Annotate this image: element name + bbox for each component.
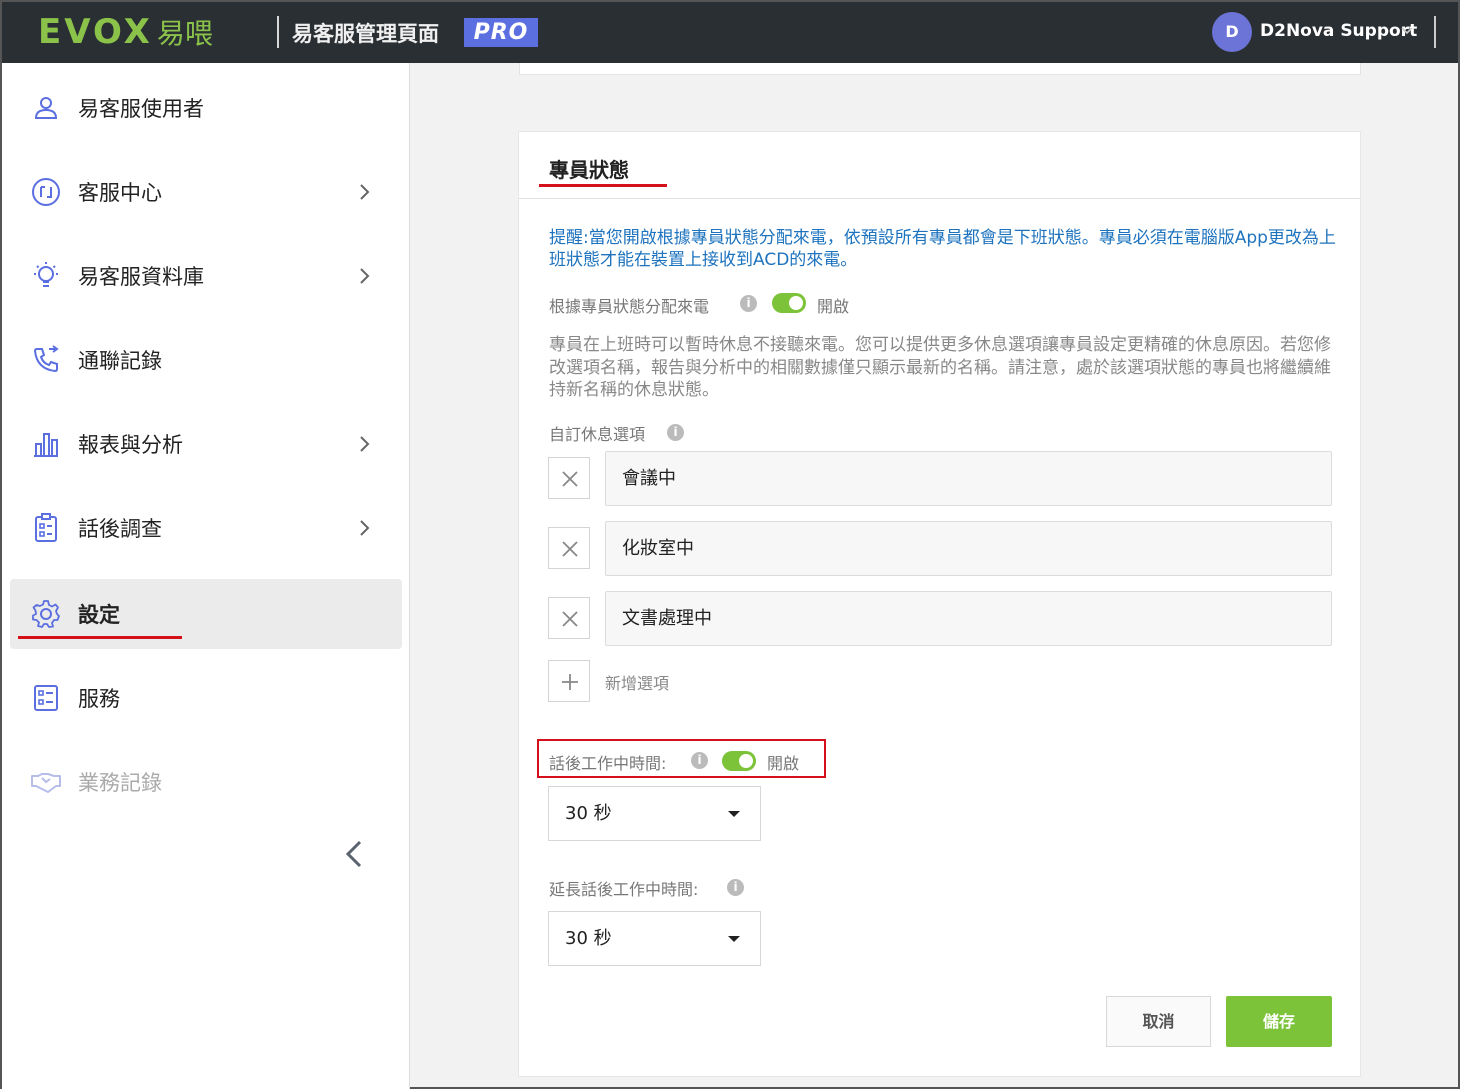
- sidebar-item-survey[interactable]: 話後調查: [10, 493, 402, 563]
- previous-card-edge: [519, 63, 1361, 75]
- logo-cn-text: 易喂: [156, 17, 213, 50]
- services-icon: [34, 685, 58, 711]
- sidebar-item-call-center[interactable]: 客服中心: [10, 157, 402, 227]
- highlight-underline: [18, 636, 182, 639]
- lightbulb-icon: [34, 262, 58, 287]
- sidebar-item-users[interactable]: 易客服使用者: [10, 73, 402, 143]
- sidebar-item-reports[interactable]: 報表與分析: [10, 409, 402, 479]
- info-icon[interactable]: i: [727, 879, 744, 896]
- remove-option-button[interactable]: [548, 597, 590, 639]
- close-icon: [562, 611, 578, 627]
- top-bar: EVOX 易喂 易客服管理頁面 PRO D D2Nova Support: [2, 2, 1458, 63]
- sidebar-item-business-log[interactable]: 業務記錄: [10, 747, 402, 817]
- bar-chart-icon: [34, 433, 58, 457]
- extended-acw-select[interactable]: 30 秒: [548, 911, 761, 966]
- remove-option-button[interactable]: [548, 457, 590, 499]
- phone-log-icon: [33, 345, 59, 373]
- user-icon: [34, 97, 58, 119]
- sidebar-item-label: 報表與分析: [78, 433, 183, 457]
- sidebar-item-label: 話後調查: [78, 517, 162, 541]
- pro-badge: PRO: [464, 18, 538, 47]
- reminder-text: 提醒:當您開啟根據專員狀態分配來電，依預設所有專員都會是下班狀態。專員必須在電腦…: [549, 228, 1336, 270]
- caret-down-icon: [728, 811, 740, 817]
- assign-by-status-label: 根據專員狀態分配來電: [549, 297, 710, 316]
- acw-time-select[interactable]: 30 秒: [548, 786, 761, 841]
- agent-status-card: 專員狀態 提醒:當您開啟根據專員狀態分配來電，依預設所有專員都會是下班狀態。專員…: [518, 131, 1361, 1077]
- collapse-sidebar-icon[interactable]: [342, 838, 366, 870]
- sidebar-item-label: 易客服使用者: [78, 97, 204, 121]
- info-icon[interactable]: i: [740, 295, 757, 312]
- close-icon: [562, 471, 578, 487]
- header-divider: [277, 16, 279, 48]
- chevron-down-icon[interactable]: [1400, 24, 1414, 38]
- sidebar-item-knowledge-base[interactable]: 易客服資料庫: [10, 241, 402, 311]
- title-highlight-underline: [539, 184, 667, 187]
- card-title: 專員狀態: [549, 158, 629, 182]
- sidebar-item-settings[interactable]: 設定: [10, 579, 402, 649]
- app-title: 易客服管理頁面: [292, 22, 439, 46]
- chevron-right-icon: [360, 268, 370, 284]
- break-option-input[interactable]: 文書處理中: [605, 591, 1332, 646]
- header-divider-right: [1434, 16, 1436, 48]
- break-option-input[interactable]: 化妝室中: [605, 521, 1332, 576]
- sidebar-item-services[interactable]: 服務: [10, 663, 402, 733]
- chevron-right-icon: [360, 184, 370, 200]
- sidebar-item-label: 客服中心: [78, 181, 162, 205]
- break-option-input[interactable]: 會議中: [605, 451, 1332, 506]
- handshake-icon: [31, 773, 61, 793]
- toggle-state-text: 開啟: [817, 297, 850, 316]
- sidebar-item-label: 設定: [78, 603, 120, 627]
- info-icon[interactable]: i: [667, 424, 684, 441]
- close-icon: [562, 541, 578, 557]
- save-button[interactable]: 儲存: [1226, 996, 1332, 1047]
- caret-down-icon: [728, 936, 740, 942]
- cancel-button[interactable]: 取消: [1106, 996, 1211, 1047]
- extended-acw-label: 延長話後工作中時間:: [549, 880, 699, 899]
- add-option-label[interactable]: 新增選項: [605, 670, 669, 694]
- break-description: 專員在上班時可以暫時休息不接聽來電。您可以提供更多休息選項讓專員設定更精確的休息…: [549, 335, 1331, 400]
- chevron-right-icon: [360, 520, 370, 536]
- sidebar-item-call-log[interactable]: 通聯記錄: [10, 325, 402, 395]
- chevron-right-icon: [360, 436, 370, 452]
- plus-icon: [562, 674, 578, 690]
- logo-text: EVOX: [38, 12, 153, 52]
- acw-toggle[interactable]: [722, 751, 756, 771]
- acw-time-label: 話後工作中時間:: [549, 754, 667, 773]
- select-value: 30 秒: [565, 803, 612, 824]
- user-name[interactable]: D2Nova Support: [1260, 21, 1417, 41]
- avatar[interactable]: D: [1212, 12, 1252, 52]
- custom-break-label: 自訂休息選項: [549, 425, 646, 444]
- sidebar-item-label: 易客服資料庫: [78, 265, 204, 289]
- gear-icon: [32, 600, 60, 628]
- evox-logo[interactable]: EVOX 易喂: [38, 14, 213, 52]
- call-center-icon: [32, 178, 60, 206]
- remove-option-button[interactable]: [548, 527, 590, 569]
- survey-icon: [35, 513, 57, 542]
- sidebar-item-label: 服務: [78, 687, 120, 711]
- assign-by-status-toggle[interactable]: [772, 293, 806, 313]
- select-value: 30 秒: [565, 928, 612, 949]
- divider: [519, 198, 1360, 199]
- info-icon[interactable]: i: [691, 752, 708, 769]
- toggle-state-text: 開啟: [767, 754, 800, 773]
- sidebar: 易客服使用者 客服中心 易客服資料庫 通聯記錄 報表與分析 話後調查 設定 服務…: [2, 63, 410, 1089]
- add-option-button[interactable]: [548, 660, 590, 702]
- sidebar-item-label: 業務記錄: [78, 771, 162, 795]
- sidebar-item-label: 通聯記錄: [78, 349, 162, 373]
